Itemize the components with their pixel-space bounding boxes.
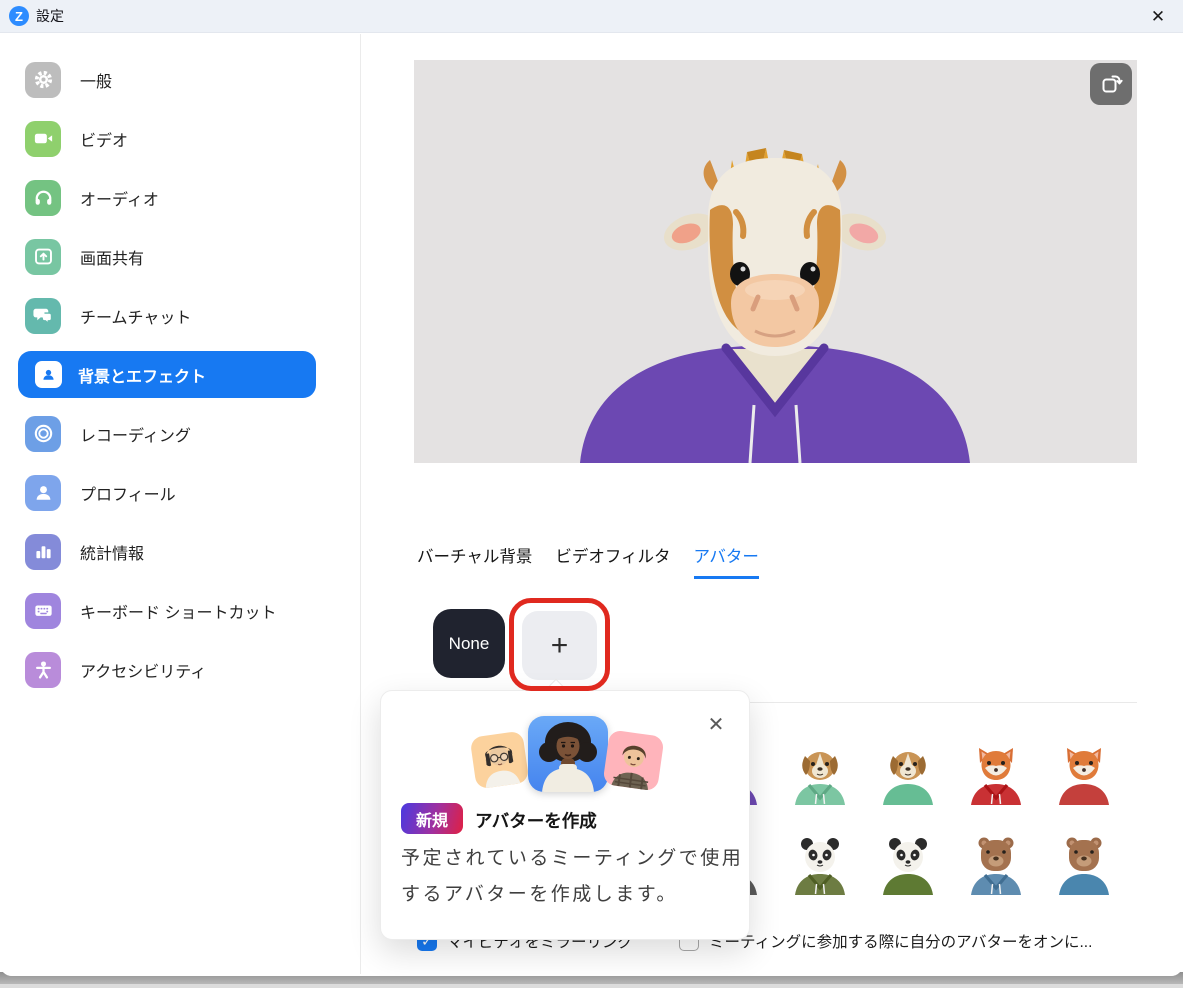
record-icon: [25, 416, 61, 452]
sidebar-item-video[interactable]: ビデオ: [0, 109, 360, 168]
sidebar-item-profile[interactable]: プロフィール: [0, 463, 360, 522]
avatar-none-button[interactable]: None: [433, 609, 505, 678]
gear-icon: [25, 62, 61, 98]
main-content: バーチャル背景ビデオフィルタアバター None + ✓マイビデオをミラーリングミ…: [361, 34, 1183, 976]
tabs: バーチャル背景ビデオフィルタアバター: [417, 543, 759, 579]
avatar-option-fox-hoodie[interactable]: [964, 741, 1028, 805]
sidebar-item-screen-share[interactable]: 画面共有: [0, 227, 360, 286]
taskbar-edge-light: [0, 984, 1183, 988]
chat-bubbles-icon: [25, 298, 61, 334]
avatar-option-panda-tshirt[interactable]: [876, 831, 940, 895]
headphones-icon: [25, 180, 61, 216]
avatar-option-fox-tshirt[interactable]: [1052, 741, 1116, 805]
zoom-logo-icon: Z: [9, 6, 29, 26]
avatar-option-dog-hoodie[interactable]: [788, 741, 852, 805]
accessibility-icon: [25, 652, 61, 688]
avatar-preview: [414, 60, 1137, 463]
window-close-button[interactable]: ✕: [1145, 4, 1171, 30]
popup-description: 予定されているミーティングで使用 するアバターを作成します。: [401, 841, 743, 913]
popup-title: アバターを作成: [475, 808, 597, 833]
avatar-option-bear-tshirt[interactable]: [1052, 831, 1116, 895]
checkbox-label: ミーティングに参加する際に自分のアバターをオンに...: [709, 930, 1092, 952]
sidebar-item-accessibility[interactable]: アクセシビリティ: [0, 640, 360, 699]
tab-video-filter[interactable]: ビデオフィルタ: [555, 543, 670, 579]
sidebar-item-audio[interactable]: オーディオ: [0, 168, 360, 227]
video-camera-icon: [25, 121, 61, 157]
profile-icon: [25, 475, 61, 511]
tab-avatar[interactable]: アバター: [694, 543, 759, 579]
bar-chart-icon: [25, 534, 61, 570]
new-badge: 新規: [401, 803, 463, 834]
rotate-device-icon: [1099, 72, 1123, 96]
sidebar-item-team-chat[interactable]: チームチャット: [0, 286, 360, 345]
popup-close-button[interactable]: ✕: [705, 713, 727, 735]
sidebar: 一般 ビデオ オーディオ 画面共有 チームチャット 背景とエフェクト レコーディ…: [0, 34, 360, 976]
rotate-avatar-button[interactable]: [1090, 63, 1132, 105]
titlebar: Z 設定 ✕: [0, 0, 1183, 33]
tab-virtual-background[interactable]: バーチャル背景: [417, 543, 532, 579]
sidebar-item-recording[interactable]: レコーディング: [0, 404, 360, 463]
create-avatar-popup: ✕: [380, 690, 750, 940]
sidebar-item-keyboard-shortcuts[interactable]: キーボード ショートカット: [0, 581, 360, 640]
sidebar-item-statistics[interactable]: 統計情報: [0, 522, 360, 581]
avatar-option-dog-tshirt[interactable]: [876, 741, 940, 805]
settings-window: Z 設定 ✕ 一般 ビデオ オーディオ 画面共有 チームチャット 背景とエフェク…: [0, 0, 1183, 976]
avatar-option-bear-hoodie[interactable]: [964, 831, 1028, 895]
window-title: 設定: [36, 6, 64, 26]
avatar-option-panda-hoodie[interactable]: [788, 831, 852, 895]
sidebar-item-general[interactable]: 一般: [0, 50, 360, 109]
background-effects-icon: [35, 361, 62, 388]
person-glasses-avatar: [470, 731, 530, 790]
screen-share-icon: [25, 239, 61, 275]
sidebar-nav: 一般 ビデオ オーディオ 画面共有 チームチャット 背景とエフェクト レコーディ…: [0, 50, 360, 699]
sidebar-item-background-effects[interactable]: 背景とエフェクト: [18, 351, 316, 398]
person-curly-hair-avatar: [528, 716, 608, 792]
person-plaid-shirt-avatar: [602, 729, 664, 791]
add-avatar-button[interactable]: +: [522, 611, 597, 680]
keyboard-icon: [25, 593, 61, 629]
cow-avatar-image: [414, 60, 1137, 463]
